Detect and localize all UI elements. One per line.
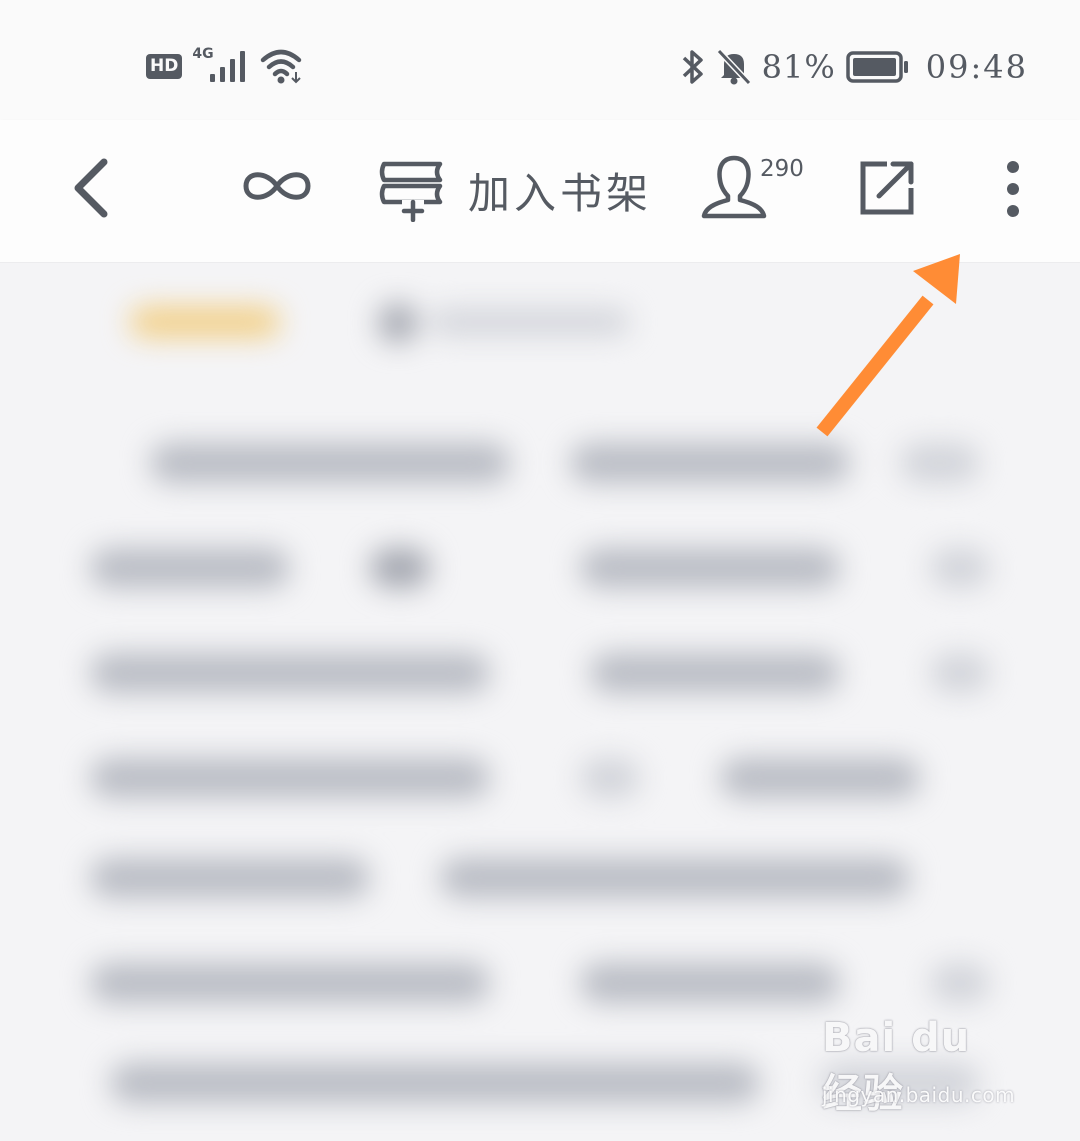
share-icon (860, 161, 914, 215)
auto-scroll-button[interactable] (236, 156, 318, 216)
battery-icon (846, 51, 908, 83)
baidu-jingyan-watermark: Bai du 经验 jingyan.baidu.com (822, 1015, 1022, 1119)
blurred-line (370, 548, 430, 588)
blurred-line (150, 443, 510, 483)
back-button[interactable] (56, 148, 126, 228)
status-left-group: HD 4G (146, 44, 306, 88)
blurred-avatar (378, 303, 418, 343)
more-button[interactable] (988, 150, 1038, 228)
chevron-left-icon (74, 158, 108, 218)
status-right-group: 81% 09:48 (680, 40, 1028, 94)
bookshelf-add-icon (379, 161, 443, 222)
watermark-url: jingyan.baidu.com (822, 1083, 1016, 1107)
blurred-line (720, 758, 920, 798)
add-to-bookshelf-label: 加入书架 (468, 168, 653, 218)
add-to-bookshelf-button[interactable]: 加入书架 (376, 150, 652, 230)
blurred-line (90, 963, 490, 1003)
clock: 09:48 (925, 48, 1028, 86)
blurred-line (930, 548, 990, 588)
blurred-line (580, 758, 640, 798)
wifi-icon (261, 49, 302, 84)
readers-button[interactable]: 290 (698, 148, 808, 228)
blurred-line (930, 653, 990, 693)
annotation-arrow (816, 254, 960, 437)
blurred-line (110, 1063, 760, 1103)
share-button[interactable] (852, 152, 922, 224)
blurred-line (90, 858, 370, 898)
blurred-line (90, 758, 490, 798)
blurred-line (580, 548, 840, 588)
signal-group: 4G (192, 44, 250, 88)
blurred-line (590, 653, 840, 693)
hd-badge: HD (146, 53, 183, 79)
battery-percent: 81% (761, 48, 836, 86)
battery-fill (852, 58, 896, 76)
blurred-tag (130, 307, 280, 337)
bell-muted-icon (716, 48, 751, 86)
readers-count: 290 (760, 156, 804, 182)
infinity-icon (243, 172, 311, 200)
more-vertical-icon (1007, 161, 1019, 217)
blurred-line (90, 653, 490, 693)
status-bar: HD 4G 81% 09:48 (0, 0, 1080, 120)
blurred-author (430, 309, 630, 335)
blurred-line (440, 858, 910, 898)
blurred-line (90, 548, 290, 588)
blurred-line (580, 963, 840, 1003)
signal-icon (210, 51, 246, 82)
blurred-line (930, 963, 990, 1003)
bluetooth-icon (682, 50, 703, 84)
